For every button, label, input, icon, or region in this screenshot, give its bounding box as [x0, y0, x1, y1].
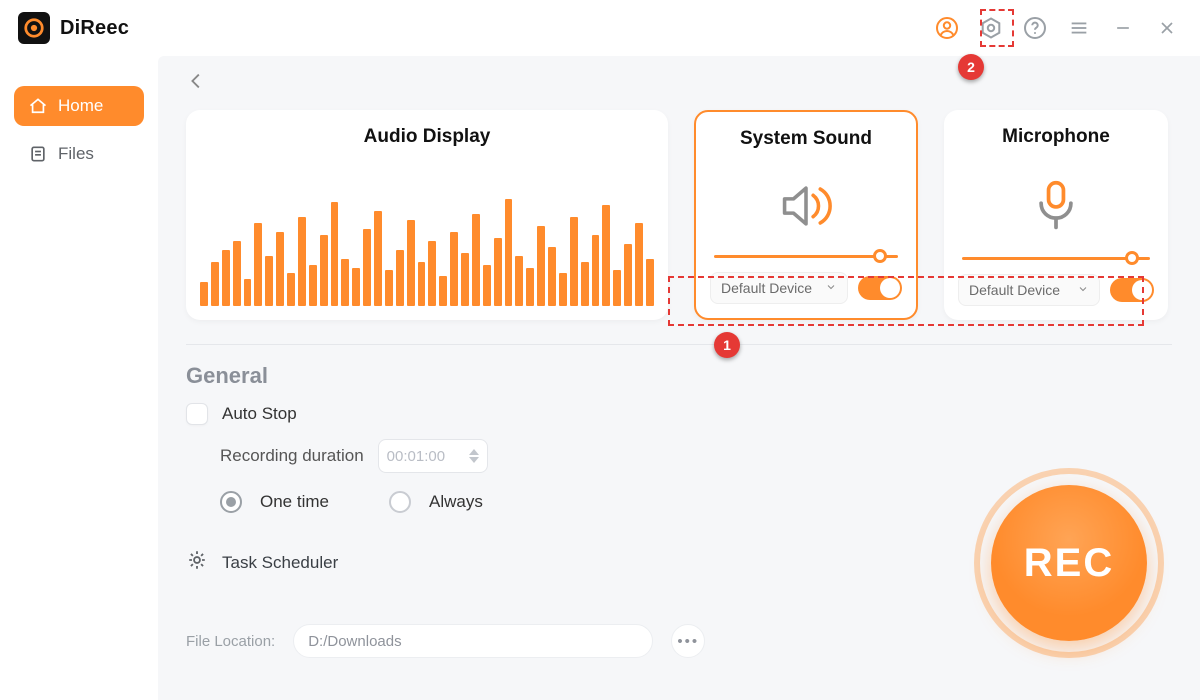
mode-always-label: Always: [429, 492, 483, 512]
audio-display-title: Audio Display: [186, 110, 668, 158]
microphone-device-label: Default Device: [969, 282, 1060, 298]
sidebar-item-files[interactable]: Files: [14, 134, 144, 174]
system-sound-slider[interactable]: [714, 252, 898, 260]
minimize-icon[interactable]: [1108, 13, 1138, 43]
system-sound-device-select[interactable]: Default Device: [710, 272, 848, 304]
sidebar-item-home[interactable]: Home: [14, 86, 144, 126]
microphone-toggle[interactable]: [1110, 278, 1154, 302]
sidebar: Home Files: [0, 56, 158, 700]
file-location-input[interactable]: D:/Downloads: [293, 624, 653, 658]
system-sound-card[interactable]: System Sound Default: [694, 110, 918, 320]
main-panel: Audio Display System Sound: [158, 56, 1200, 700]
file-location-browse[interactable]: •••: [671, 624, 705, 658]
sidebar-item-label: Home: [58, 96, 103, 116]
brand-logo: [18, 12, 50, 44]
help-icon[interactable]: [1020, 13, 1050, 43]
system-sound-device-label: Default Device: [721, 280, 812, 296]
sidebar-item-label: Files: [58, 144, 94, 164]
divider: [186, 344, 1172, 345]
file-location-label: File Location:: [186, 633, 275, 650]
brand-name: DiReec: [60, 17, 129, 40]
auto-stop-checkbox[interactable]: [186, 403, 208, 425]
mode-one-time-label: One time: [260, 492, 329, 512]
recording-duration-label: Recording duration: [220, 446, 364, 466]
general-heading: General: [186, 363, 1172, 389]
file-location-path: D:/Downloads: [308, 633, 401, 650]
back-button[interactable]: [186, 70, 208, 97]
brand: DiReec: [18, 12, 129, 44]
auto-stop-label: Auto Stop: [222, 404, 297, 424]
microphone-card[interactable]: Microphone Default De: [944, 110, 1168, 320]
record-button[interactable]: REC: [991, 485, 1147, 641]
record-button-label: REC: [1024, 541, 1114, 586]
annotation-badge-1: 1: [714, 332, 740, 358]
chevron-down-icon: [825, 280, 837, 296]
chevron-down-icon: [1077, 282, 1089, 298]
system-sound-toggle[interactable]: [858, 276, 902, 300]
audio-display-card: Audio Display: [186, 110, 668, 320]
titlebar: DiReec: [0, 0, 1200, 56]
mode-always-radio[interactable]: [389, 491, 411, 513]
audio-equalizer: [186, 158, 668, 320]
system-sound-title: System Sound: [696, 112, 916, 160]
task-scheduler-label: Task Scheduler: [222, 553, 338, 573]
gear-icon: [186, 549, 208, 576]
titlebar-actions: [932, 13, 1182, 43]
microphone-icon: [944, 158, 1168, 254]
close-icon[interactable]: [1152, 13, 1182, 43]
settings-hex-icon[interactable]: [976, 13, 1006, 43]
stepper-icons[interactable]: [469, 449, 479, 463]
speaker-icon: [696, 160, 916, 252]
microphone-device-select[interactable]: Default Device: [958, 274, 1100, 306]
recording-duration-value: 00:01:00: [387, 448, 445, 465]
microphone-title: Microphone: [944, 110, 1168, 158]
record-button-ring: REC: [974, 468, 1164, 658]
mode-one-time-radio[interactable]: [220, 491, 242, 513]
microphone-slider[interactable]: [962, 254, 1150, 262]
menu-icon[interactable]: [1064, 13, 1094, 43]
annotation-badge-2: 2: [958, 54, 984, 80]
account-icon[interactable]: [932, 13, 962, 43]
recording-duration-input[interactable]: 00:01:00: [378, 439, 488, 473]
